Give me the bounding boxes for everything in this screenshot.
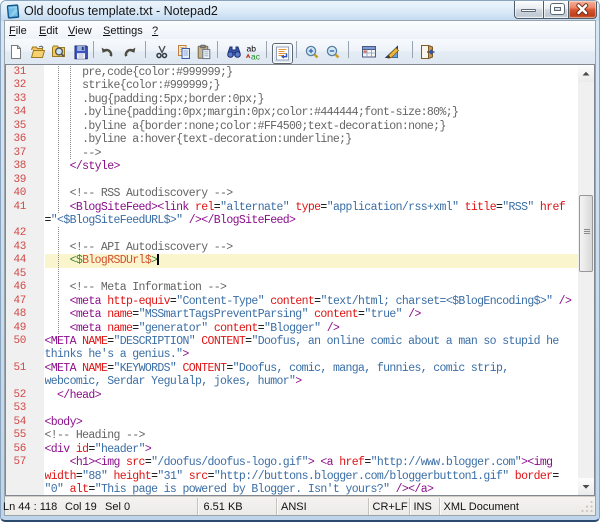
svg-text:ac: ac <box>251 52 260 61</box>
